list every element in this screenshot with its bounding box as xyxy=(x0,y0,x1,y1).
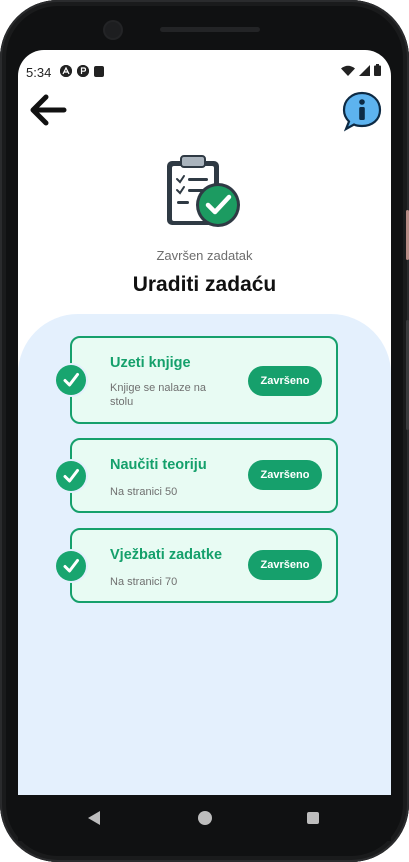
wifi-icon xyxy=(341,65,355,76)
back-arrow-icon xyxy=(30,94,67,126)
page-subtitle: Završen zadatak xyxy=(156,248,253,263)
clipboard-check-icon xyxy=(164,153,244,233)
front-camera xyxy=(105,22,121,38)
earpiece-speaker xyxy=(160,27,260,32)
task-card: Naučiti teoriju Na stranici 50 Završeno xyxy=(70,438,338,513)
nav-recents-icon[interactable] xyxy=(307,812,319,824)
task-description: Knjige se nalaze na stolu xyxy=(110,382,207,408)
task-title: Uzeti knjige xyxy=(110,355,191,371)
notification-a-icon xyxy=(60,65,72,77)
notification-p-icon xyxy=(77,65,89,77)
app-screen: 5:34 Završen zadatak Uraditi zadaću Uzet… xyxy=(18,50,391,795)
system-status-icons xyxy=(341,64,381,76)
info-button[interactable] xyxy=(341,90,383,132)
task-description: Na stranici 50 xyxy=(110,486,178,498)
phone-frame: 5:34 Završen zadatak Uraditi zadaću Uzet… xyxy=(0,0,409,862)
task-description: Na stranici 70 xyxy=(110,576,178,588)
task-card: Vježbati zadatke Na stranici 70 Završeno xyxy=(70,528,338,603)
nav-back-icon[interactable] xyxy=(88,811,100,825)
done-button[interactable]: Završeno xyxy=(248,550,322,580)
nav-home-icon[interactable] xyxy=(198,811,212,825)
task-title: Naučiti teoriju xyxy=(110,457,207,473)
done-button[interactable]: Završeno xyxy=(248,460,322,490)
sd-card-icon xyxy=(94,65,104,77)
done-button[interactable]: Završeno xyxy=(248,366,322,396)
check-icon xyxy=(56,551,86,581)
check-icon xyxy=(56,461,86,491)
task-title: Vježbati zadatke xyxy=(110,547,223,563)
check-icon xyxy=(56,365,86,395)
back-button[interactable] xyxy=(28,92,68,128)
page-title: Uraditi zadaću xyxy=(132,273,277,296)
signal-icon xyxy=(359,64,370,76)
status-bar: 5:34 xyxy=(18,50,391,92)
status-time: 5:34 xyxy=(26,65,52,80)
info-icon xyxy=(342,91,382,132)
battery-icon xyxy=(374,64,381,76)
notification-icons xyxy=(60,65,104,77)
system-nav-bar xyxy=(18,795,391,841)
task-card: Uzeti knjige Knjige se nalaze na stolu Z… xyxy=(70,336,338,424)
